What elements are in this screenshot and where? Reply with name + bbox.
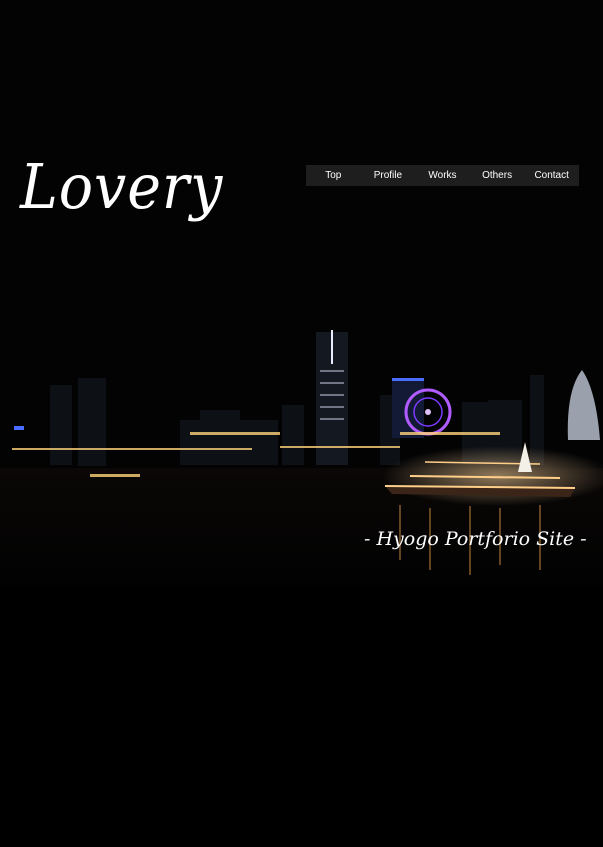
hero-image: Lovery Top Profile Works Others Contact …	[0, 0, 603, 585]
nav-item-works[interactable]: Works	[415, 165, 470, 186]
nav-item-contact[interactable]: Contact	[524, 165, 579, 186]
main-nav: Top Profile Works Others Contact	[306, 165, 579, 186]
site-logo[interactable]: Lovery	[20, 150, 223, 223]
nav-item-top[interactable]: Top	[306, 165, 361, 186]
nav-item-profile[interactable]: Profile	[361, 165, 416, 186]
nav-item-others[interactable]: Others	[470, 165, 525, 186]
night-skyline-illustration	[0, 330, 603, 585]
site-tagline: - Hyogo Portforio Site -	[364, 528, 587, 550]
